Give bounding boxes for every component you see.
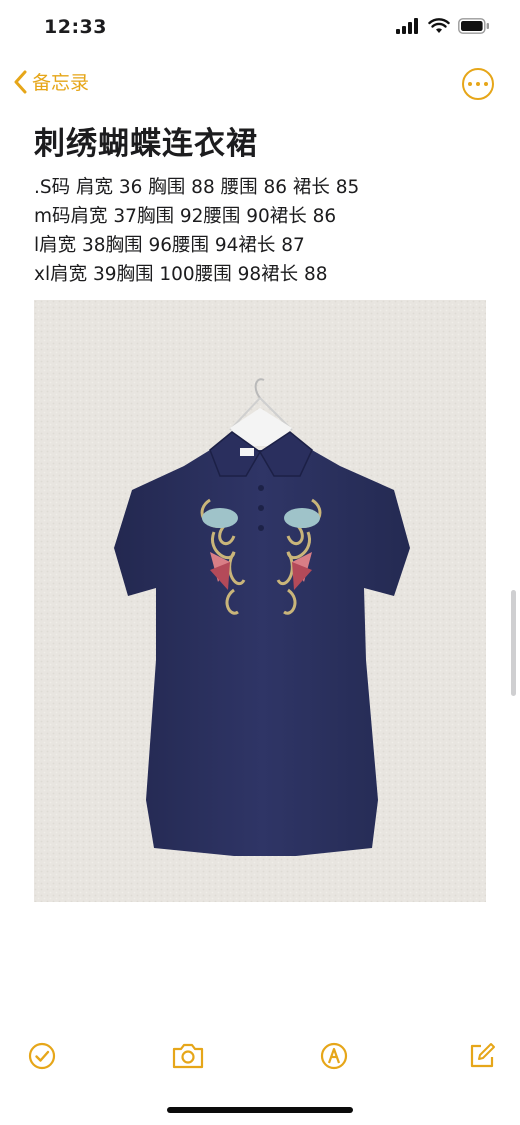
size-line-m[interactable]: m码肩宽 37胸围 92腰围 90裙长 86 [34, 202, 490, 231]
ellipsis-icon [468, 82, 472, 86]
chevron-left-icon [14, 70, 27, 93]
status-bar: 12:33 [0, 0, 520, 56]
more-options-button[interactable] [462, 68, 494, 100]
size-line-l[interactable]: l肩宽 38胸围 96腰围 94裙长 87 [34, 231, 490, 260]
battery-icon [458, 18, 489, 34]
bottom-toolbar [0, 1030, 520, 1080]
size-line-xl[interactable]: xl肩宽 39胸围 100腰围 98裙长 88 [34, 260, 490, 289]
scrollbar[interactable] [511, 590, 516, 696]
home-indicator[interactable] [167, 1107, 353, 1113]
cellular-signal-icon [396, 18, 418, 34]
nav-bar: 备忘录 [0, 62, 520, 106]
compose-icon[interactable] [466, 1040, 498, 1072]
status-icons [396, 18, 490, 34]
markup-icon[interactable] [318, 1040, 350, 1072]
dress-photo[interactable] [34, 300, 486, 902]
back-button[interactable]: 备忘录 [14, 68, 89, 95]
back-label: 备忘录 [32, 72, 90, 94]
note-title[interactable]: 刺绣蝴蝶连衣裙 [34, 118, 490, 163]
checklist-icon[interactable] [26, 1040, 58, 1072]
camera-icon[interactable] [170, 1040, 206, 1072]
note-body[interactable]: 刺绣蝴蝶连衣裙 .S码 肩宽 36 胸围 88 腰围 86 裙长 85 m码肩宽… [34, 118, 490, 289]
size-line-s[interactable]: .S码 肩宽 36 胸围 88 腰围 86 裙长 85 [34, 173, 490, 202]
dress-photo-illustration [34, 300, 486, 902]
wifi-icon [428, 18, 450, 33]
status-time: 12:33 [44, 16, 107, 38]
